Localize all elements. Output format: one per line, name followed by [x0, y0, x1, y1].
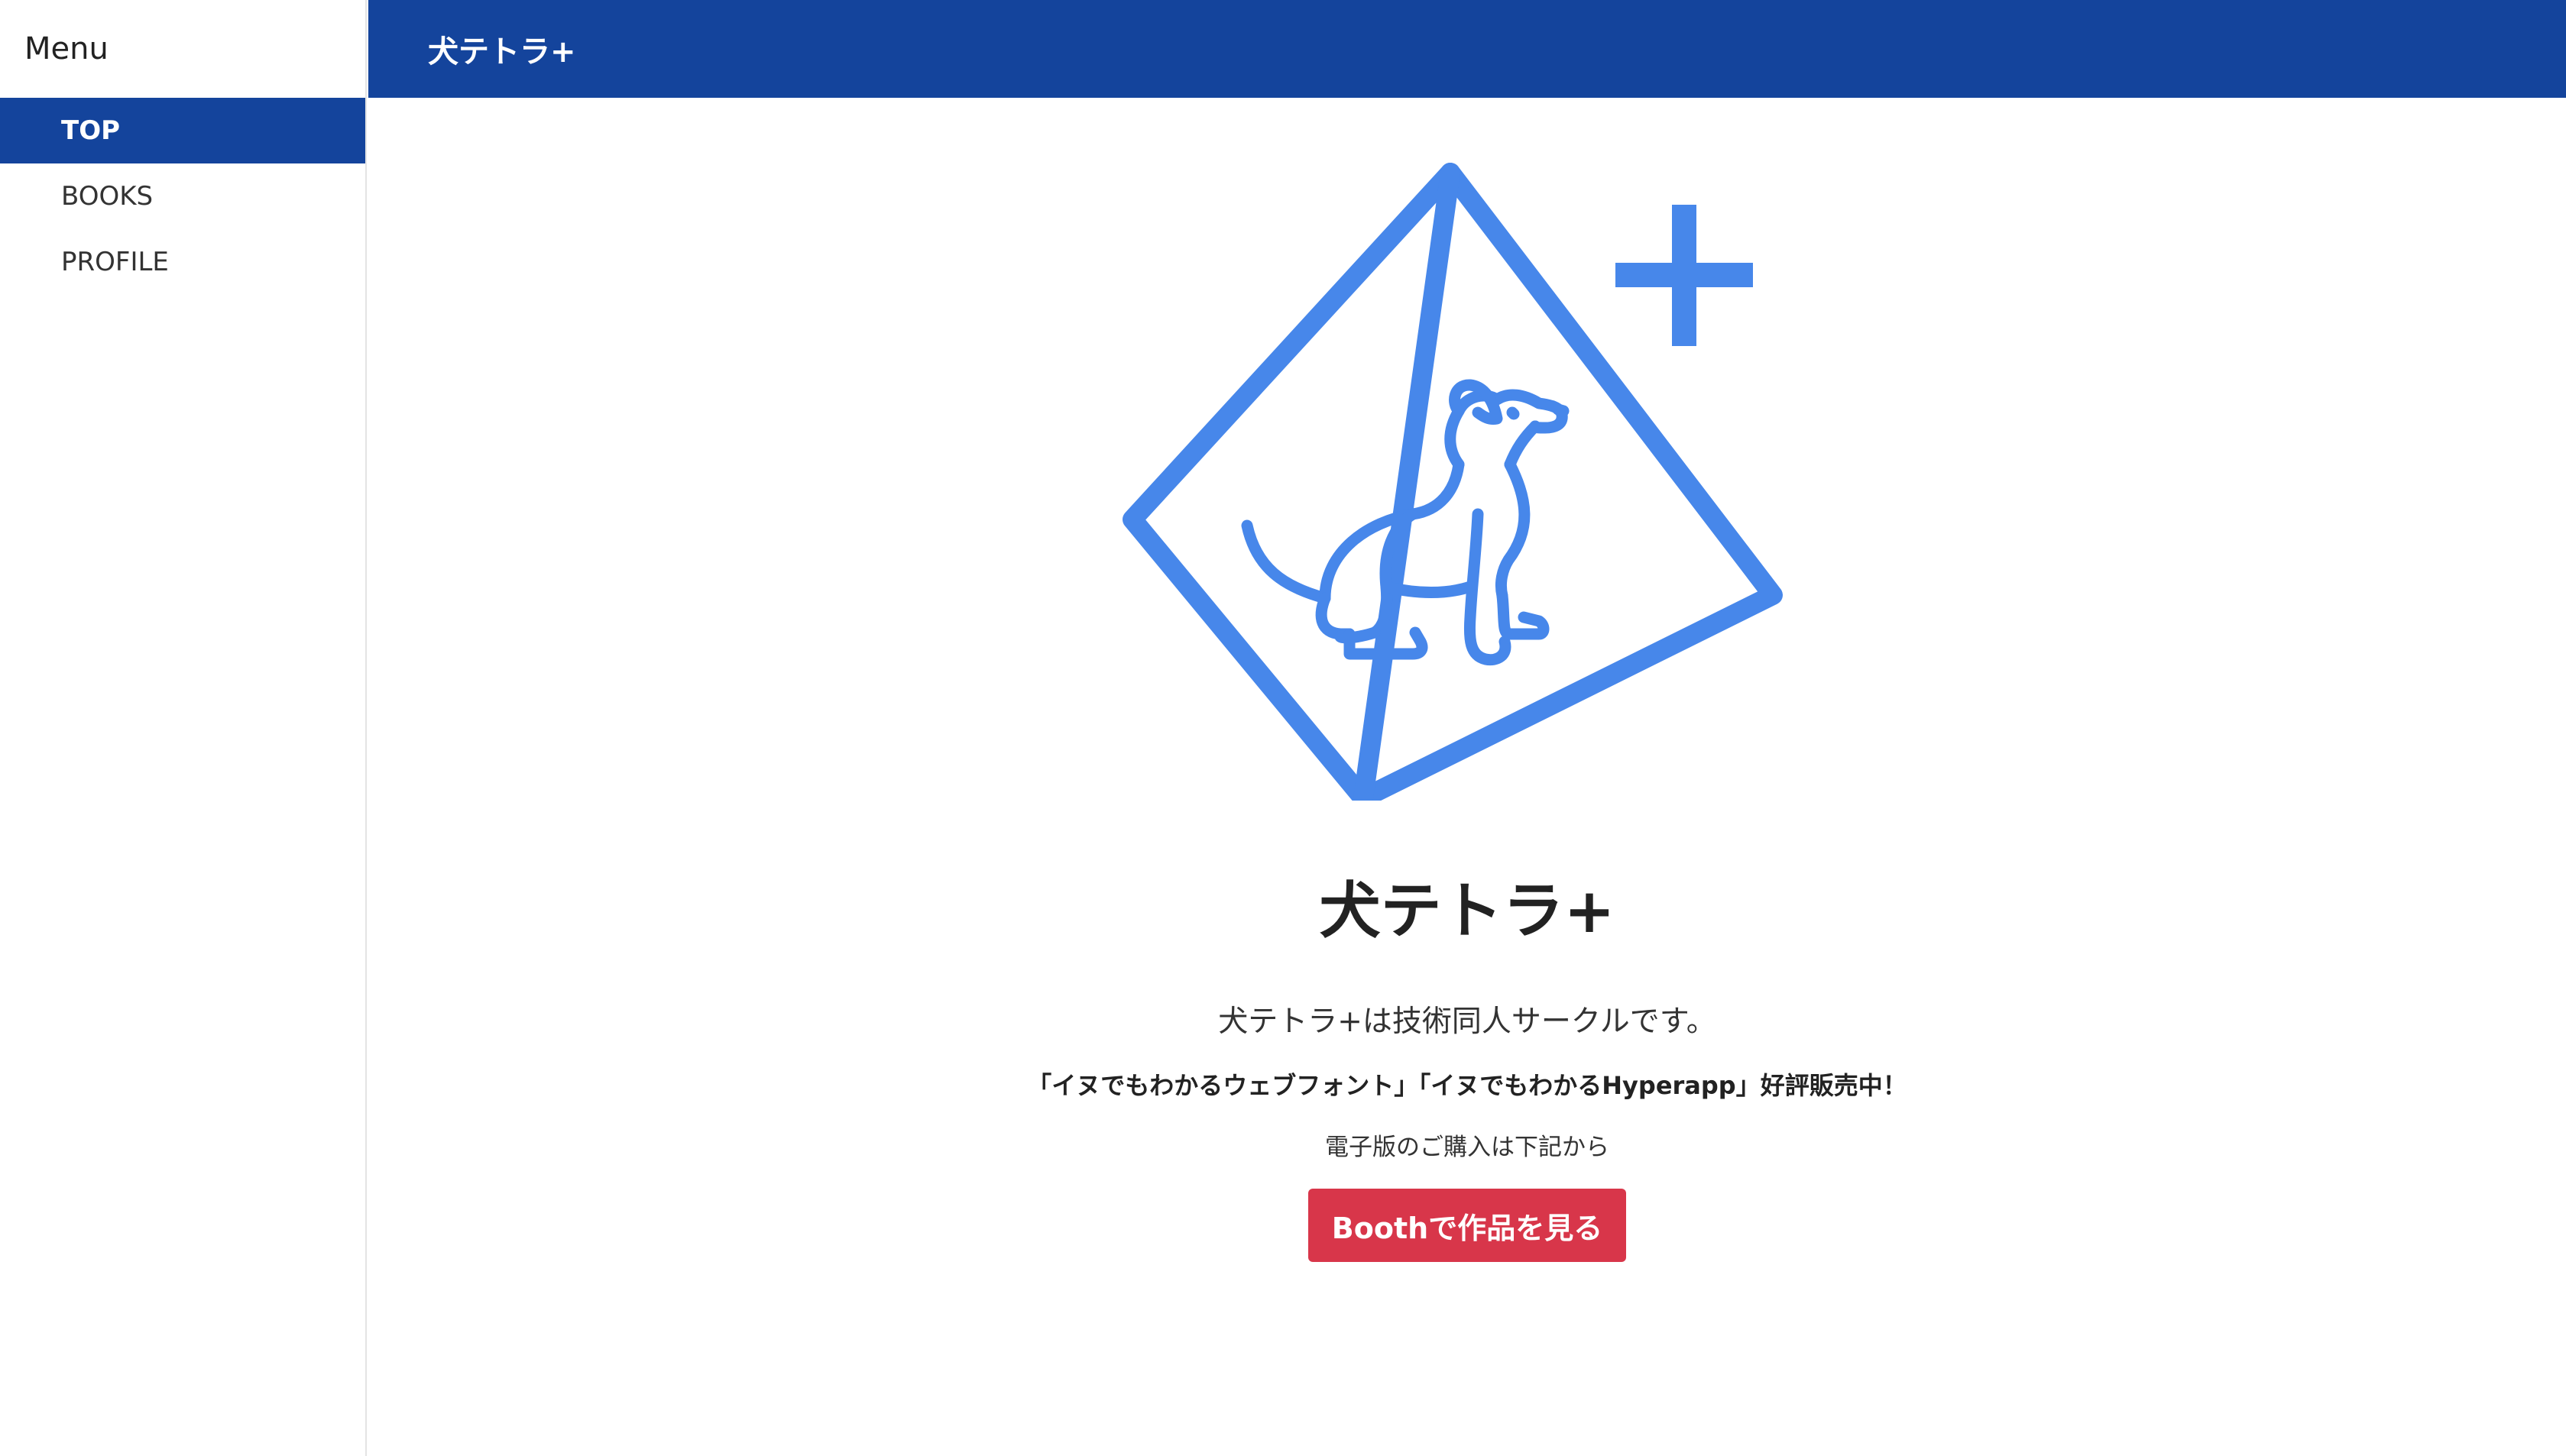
main-content: 犬テトラ+ 犬テトラ+は技術同人サークルです。 「イヌでもわかるウェブフォント」… [368, 98, 2566, 1456]
sidebar-header: Menu [24, 31, 109, 66]
hero-promo: 「イヌでもわかるウェブフォント」「イヌでもわかるHyperapp」好評販売中！ [1027, 1071, 1907, 1100]
dog-tetrahedron-logo-icon [1123, 163, 1783, 801]
booth-button[interactable]: Boothで作品を見る [1308, 1189, 1626, 1262]
sidebar-item-label: PROFILE [61, 247, 169, 277]
sidebar: Menu TOP BOOKS PROFILE [0, 0, 367, 1456]
hero-note: 電子版のご購入は下記から [1325, 1134, 1609, 1161]
hero-title: 犬テトラ+ [1319, 875, 1615, 946]
app-bar: 犬テトラ+ [368, 0, 2566, 98]
sidebar-item-profile[interactable]: PROFILE [0, 229, 365, 295]
sidebar-item-label: BOOKS [61, 181, 154, 212]
sidebar-item-label: TOP [61, 115, 121, 146]
app-bar-title: 犬テトラ+ [428, 34, 576, 70]
sidebar-item-books[interactable]: BOOKS [0, 163, 365, 229]
sidebar-item-top[interactable]: TOP [0, 98, 365, 163]
hero-description: 犬テトラ+は技術同人サークルです。 [1218, 1005, 1716, 1039]
booth-button-label: Boothで作品を見る [1331, 1211, 1603, 1245]
